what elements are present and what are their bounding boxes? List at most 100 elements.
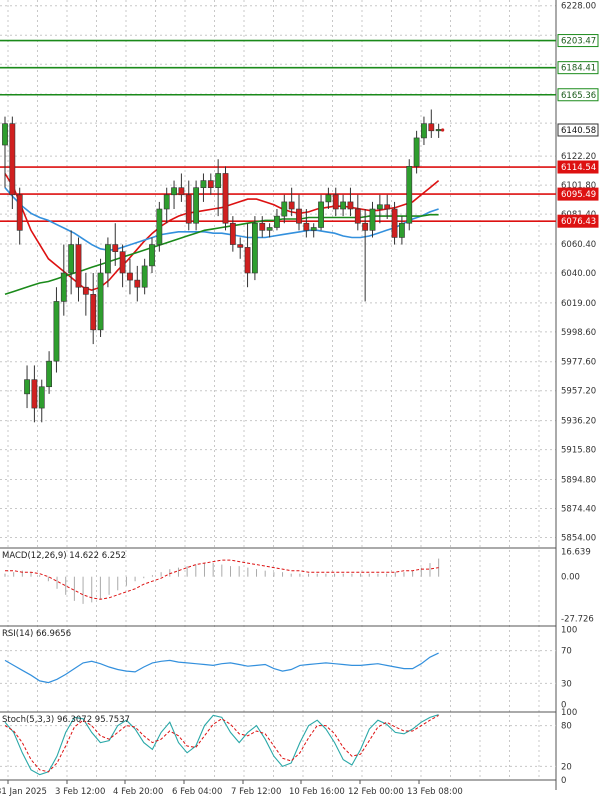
candle-body (229, 222, 236, 245)
time-tick-label: 12 Feb 00:00 (348, 787, 404, 797)
candle-body (303, 222, 310, 231)
candle-body (90, 294, 97, 331)
stoch-tick-label: 100 (561, 708, 577, 718)
candle-body (141, 265, 148, 288)
price-tick-label: 5957.20 (561, 387, 596, 397)
candle-body (134, 279, 141, 288)
candle-body (369, 208, 376, 231)
candle-body (288, 201, 295, 210)
candle-body (105, 244, 111, 274)
rsi-title: RSI(14) 66.9656 (2, 629, 71, 639)
candle-body (2, 123, 8, 146)
candle-body (31, 379, 38, 409)
candle-body (185, 194, 192, 224)
candle-body (171, 187, 177, 196)
candle-body (24, 379, 30, 395)
candle-body (384, 204, 391, 210)
price-tick-label: 5874.40 (561, 504, 596, 514)
macd-tick-label: -27.726 (561, 615, 594, 625)
time-tick-label: 10 Feb 16:00 (289, 787, 345, 797)
price-tick-label: 5894.80 (561, 475, 596, 485)
candle-body (207, 180, 214, 188)
macd-tick-label: 16.639 (561, 548, 591, 558)
candle-body (362, 222, 369, 231)
level-label: 6203.47 (561, 37, 596, 47)
candle-body (354, 208, 361, 224)
level-label: 6165.36 (561, 91, 596, 101)
time-tick-label: 6 Feb 04:00 (172, 787, 222, 797)
current-price-label: 6140.58 (561, 126, 596, 136)
chart-canvas[interactable]: 6228.006122.206101.806081.406060.406040.… (0, 0, 600, 802)
stoch-tick-label: 20 (561, 762, 572, 772)
time-tick-label: 3 Feb 12:00 (55, 787, 105, 797)
candle-body (163, 194, 170, 210)
rsi-tick-label: 30 (561, 679, 572, 689)
candle-body (237, 244, 244, 248)
price-tick-label: 5854.00 (561, 533, 596, 543)
candle-body (413, 137, 420, 167)
candle-body (200, 180, 207, 188)
price-tick-label: 6040.00 (561, 269, 596, 279)
candle-body (274, 215, 280, 228)
trading-chart[interactable]: 6228.006122.206101.806081.406060.406040.… (0, 0, 600, 802)
candle-body (310, 227, 317, 231)
price-tick-label: 6228.00 (561, 2, 596, 12)
price-tick-label: 6060.40 (561, 240, 596, 250)
candle-body (215, 173, 222, 188)
candle-body (435, 129, 442, 132)
candle-body (266, 227, 273, 231)
candle-body (421, 123, 427, 139)
candle-body (296, 208, 302, 224)
rsi-tick-label: 70 (561, 647, 572, 657)
candle-body (325, 194, 332, 203)
candle-body (9, 123, 16, 196)
stoch-tick-label: 80 (561, 722, 572, 732)
candle (252, 216, 258, 281)
candle (193, 180, 199, 231)
candle-body (149, 244, 155, 267)
current-price-dot (441, 128, 445, 132)
candle-body (178, 187, 185, 196)
macd-title: MACD(12,26,9) 14.622 6.252 (2, 551, 126, 561)
time-tick-label: 13 Feb 08:00 (407, 787, 463, 797)
candle-body (156, 208, 163, 245)
candle-body (244, 247, 251, 274)
candle-body (347, 201, 354, 210)
candle-body (391, 208, 398, 238)
price-tick-label: 5998.60 (561, 328, 596, 338)
candle-body (127, 272, 133, 281)
level-label: 6095.49 (561, 190, 596, 200)
price-tick-label: 5936.20 (561, 417, 596, 427)
candle-body (38, 386, 45, 409)
candle-body (193, 187, 199, 224)
candle-body (340, 201, 346, 210)
candle-body (75, 244, 82, 288)
rsi-tick-label: 100 (561, 625, 577, 635)
candle-body (222, 173, 229, 224)
candle-body (112, 244, 119, 252)
candle-body (252, 222, 258, 274)
candle-body (60, 272, 67, 302)
candle-body (46, 360, 52, 388)
macd-tick-label: 0.00 (561, 573, 580, 583)
candle-body (119, 251, 126, 274)
candle-body (376, 204, 383, 210)
candle-body (82, 286, 89, 295)
time-tick-label: 31 Jan 2025 (0, 787, 47, 797)
candle-body (97, 272, 104, 331)
candle-body (281, 201, 288, 217)
stoch-tick-label: 0 (561, 776, 566, 786)
candle-body (68, 244, 75, 274)
candle-body (406, 166, 413, 224)
candle-body (428, 123, 435, 132)
candle-body (398, 222, 405, 238)
candle (222, 166, 229, 231)
candle (156, 201, 163, 252)
time-tick-label: 7 Feb 12:00 (231, 787, 281, 797)
candle-body (53, 301, 60, 362)
candle-body (332, 194, 339, 210)
candle-body (259, 222, 266, 231)
level-label: 6184.41 (561, 64, 596, 74)
candle-body (16, 194, 23, 231)
candle-body (318, 201, 324, 228)
